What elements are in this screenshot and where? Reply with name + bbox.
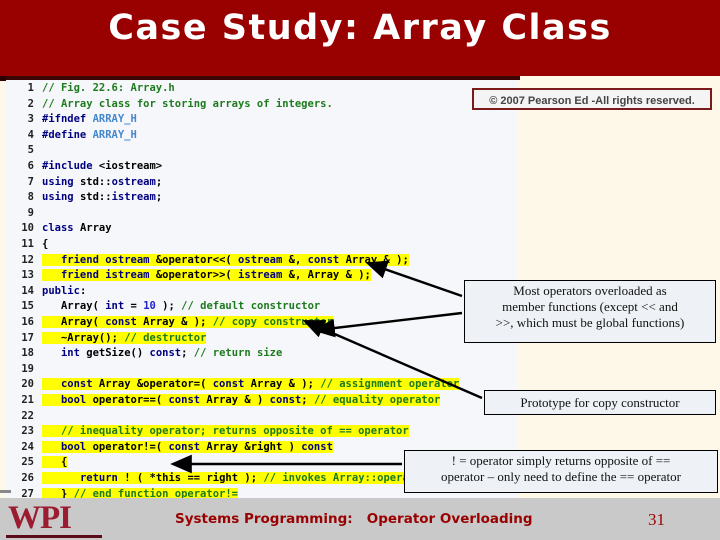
slide-canvas: Case Study: Array Class 1 // Fig. 22.6: A… <box>0 0 720 540</box>
code-line-text: const Array &operator=( const Array & );… <box>42 378 460 391</box>
code-line-number: 4 <box>27 128 34 141</box>
code-line-number: 25 <box>21 456 34 469</box>
code-line: 15 Array( int = 10 ); // default constru… <box>8 298 320 314</box>
callout-inequality-operator: ! = operator simply returns opposite of … <box>404 450 718 493</box>
code-line-number: 3 <box>27 113 34 126</box>
code-line-number: 19 <box>21 362 34 375</box>
code-line-text: friend ostream &operator<<( ostream &, c… <box>42 253 409 266</box>
code-line-number: 24 <box>21 440 34 453</box>
code-line-number: 26 <box>21 472 34 484</box>
code-line: 5 <box>8 142 42 158</box>
callout-line: ! = operator simply returns opposite of … <box>451 453 671 468</box>
code-line: 25 { <box>8 454 68 470</box>
code-line: 18 int getSize() const; // return size <box>8 345 282 361</box>
code-line-text: using std::istream; <box>42 191 163 204</box>
code-line-number: 17 <box>21 331 34 344</box>
code-line-text: { <box>42 238 49 250</box>
code-line: 2 // Array class for storing arrays of in… <box>8 96 333 112</box>
code-line-text: using std::ostream; <box>42 175 163 188</box>
code-line-text: Array( const Array & ); // copy construc… <box>42 316 333 328</box>
code-line: 14 public: <box>8 283 86 299</box>
page-title: Case Study: Array Class <box>108 8 612 48</box>
code-line-number: 5 <box>27 144 34 157</box>
code-line-text: #ifndef ARRAY_H <box>42 113 137 126</box>
code-line-text: bool operator==( const Array & ) const; … <box>42 394 441 406</box>
code-line-number: 16 <box>21 316 34 328</box>
code-line: 7 using std::ostream; <box>8 174 162 190</box>
wpi-logo-underline <box>6 535 102 538</box>
code-line-text: Array( int = 10 ); // default constructo… <box>60 300 321 313</box>
left-edge-tick <box>0 490 11 493</box>
code-line: 17 ~Array(); // destructor <box>8 330 207 346</box>
code-line-text: ~Array(); // destructor <box>42 331 207 344</box>
code-line: 13 friend istream &operator>>( istream &… <box>8 267 371 283</box>
page-number: 31 <box>648 510 665 529</box>
code-line-number: 14 <box>21 284 34 297</box>
code-line: 16 Array( const Array & ); // copy const… <box>8 314 333 330</box>
code-line-number: 11 <box>21 238 34 250</box>
code-line-number: 12 <box>21 253 34 266</box>
code-line: 20 const Array &operator=( const Array &… <box>8 376 460 392</box>
code-line-number: 10 <box>21 222 34 235</box>
code-line: 6 #include <iostream> <box>8 158 162 174</box>
code-line-number: 1 <box>27 82 34 94</box>
code-line: 8 using std::istream; <box>8 189 162 205</box>
code-line-text: // inequality operator; returns opposite… <box>42 425 409 438</box>
code-line-number: 18 <box>21 347 34 360</box>
code-line: 9 <box>8 205 42 221</box>
code-line-number: 8 <box>27 191 34 204</box>
code-line: 12 friend ostream &operator<<( ostream &… <box>8 252 409 268</box>
code-line-text: { <box>42 456 68 469</box>
code-line-number: 13 <box>21 269 34 282</box>
code-line-number: 2 <box>27 97 34 110</box>
callout-line: >>, which must be global functions) <box>495 315 685 330</box>
callout-line: Most operators overloaded as <box>513 283 667 298</box>
code-line-text: bool operator!=( const Array &right ) co… <box>42 440 333 453</box>
code-line-number: 20 <box>21 378 34 391</box>
code-line: 10 class Array <box>8 220 112 236</box>
code-line: 26 return ! ( *this == right ); // invok… <box>8 470 428 486</box>
code-line-number: 21 <box>21 394 34 406</box>
code-line: 19 <box>8 361 42 377</box>
code-line-text: public: <box>42 284 87 297</box>
code-line: 23 // inequality operator; returns oppos… <box>8 423 409 439</box>
code-line-text: int getSize() const; // return size <box>60 347 283 360</box>
code-line-text: return ! ( *this == right ); // invokes … <box>42 472 428 484</box>
code-line-text: // Array class for storing arrays of int… <box>42 97 333 110</box>
code-line: 22 <box>8 408 42 424</box>
callout-line: Prototype for copy constructor <box>520 395 680 410</box>
code-line-text: friend istream &operator>>( istream &, A… <box>42 269 371 282</box>
code-line-text: #include <iostream> <box>42 160 163 172</box>
code-line-text: class Array <box>42 222 112 235</box>
callout-copy-constructor: Prototype for copy constructor <box>484 390 716 415</box>
callout-line: operator – only need to define the == op… <box>441 469 681 484</box>
code-line-number: 9 <box>27 206 34 219</box>
code-line-number: 23 <box>21 425 34 438</box>
copyright-notice: © 2007 Pearson Ed -All rights reserved. <box>472 88 712 110</box>
code-line: 11 { <box>8 236 48 252</box>
code-line-number: 6 <box>27 160 34 172</box>
code-panel-left-edge <box>0 76 6 81</box>
code-line: 4 #define ARRAY_H <box>8 127 137 143</box>
code-line: 24 bool operator!=( const Array &right )… <box>8 439 333 455</box>
code-line-number: 7 <box>27 175 34 188</box>
code-line-number: 15 <box>21 300 34 313</box>
code-line-number: 22 <box>21 409 34 422</box>
callout-most-operators: Most operators overloaded as member funct… <box>464 280 716 343</box>
code-line-text: // Fig. 22.6: Array.h <box>42 82 175 94</box>
footer-title: Systems Programming: Operator Overloadin… <box>175 511 533 527</box>
code-line: 3 #ifndef ARRAY_H <box>8 111 137 127</box>
code-line-text: #define ARRAY_H <box>42 128 137 141</box>
code-line: 1 // Fig. 22.6: Array.h <box>8 80 175 96</box>
callout-line: member functions (except << and <box>502 299 678 314</box>
code-line: 21 bool operator==( const Array & ) cons… <box>8 392 441 408</box>
wpi-logo: WPI <box>8 500 72 536</box>
